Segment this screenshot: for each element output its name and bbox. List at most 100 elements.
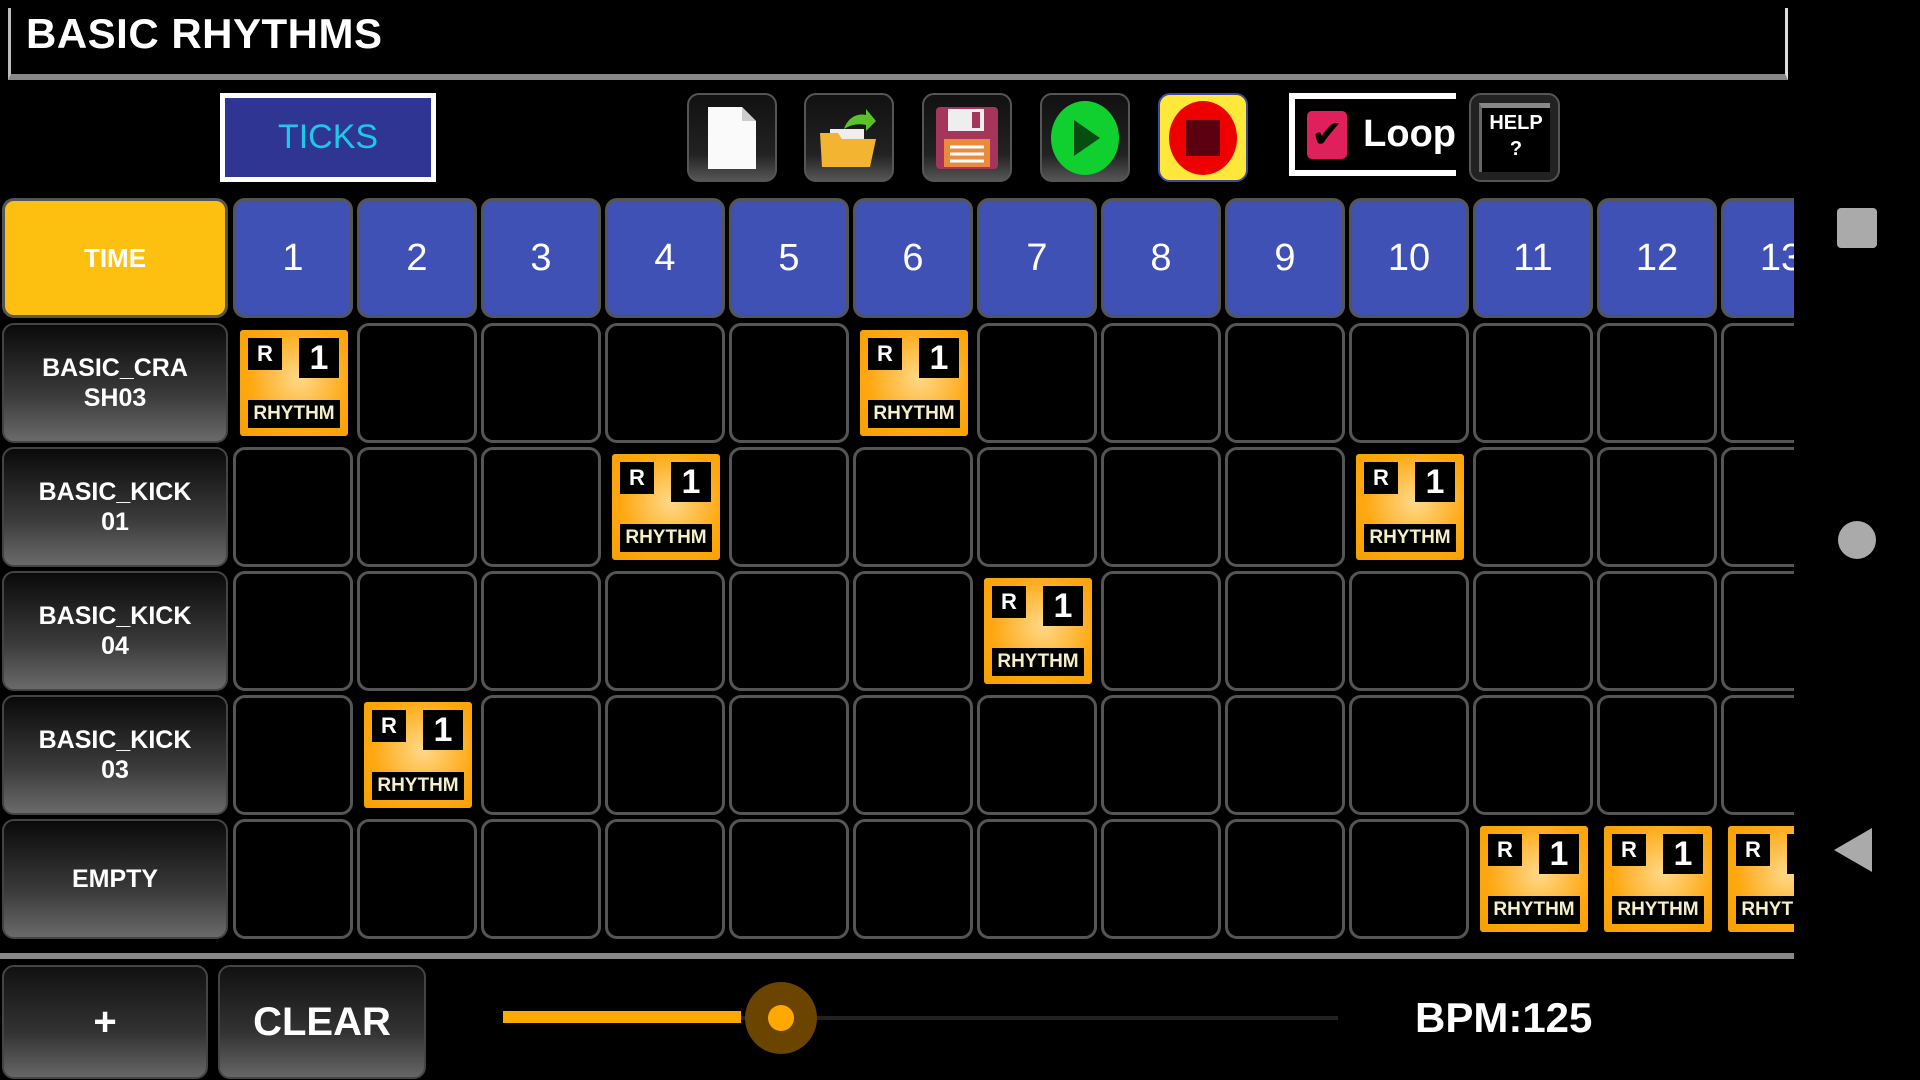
grid-cell[interactable] bbox=[853, 695, 973, 815]
grid-cell[interactable] bbox=[1225, 571, 1345, 691]
rhythm-block[interactable]: R1 RHYTHM bbox=[1604, 826, 1712, 932]
grid-cell[interactable] bbox=[853, 447, 973, 567]
grid-cell[interactable] bbox=[853, 819, 973, 939]
grid-cell[interactable] bbox=[1225, 819, 1345, 939]
grid-cell[interactable] bbox=[1597, 695, 1717, 815]
grid-cell[interactable] bbox=[977, 819, 1097, 939]
grid-cell[interactable] bbox=[605, 323, 725, 443]
grid-cell[interactable]: R1 RHYTHM bbox=[1473, 819, 1593, 939]
grid-cell[interactable]: R1 RHYTHM bbox=[1349, 447, 1469, 567]
track-label[interactable]: BASIC_KICK01 bbox=[2, 447, 228, 567]
column-header[interactable]: 7 bbox=[977, 198, 1097, 318]
track-label[interactable]: BASIC_KICK03 bbox=[2, 695, 228, 815]
grid-cell[interactable] bbox=[977, 695, 1097, 815]
add-track-button[interactable]: + bbox=[2, 965, 208, 1079]
grid-cell[interactable] bbox=[1473, 571, 1593, 691]
recent-apps-button[interactable] bbox=[1837, 208, 1877, 248]
rhythm-block[interactable]: R1 RHYTHM bbox=[1728, 826, 1794, 932]
grid-cell[interactable] bbox=[1597, 447, 1717, 567]
grid-cell[interactable] bbox=[481, 819, 601, 939]
new-button[interactable] bbox=[687, 93, 777, 182]
stop-button[interactable] bbox=[1158, 93, 1248, 182]
grid-cell[interactable] bbox=[233, 819, 353, 939]
grid-cell[interactable] bbox=[233, 447, 353, 567]
grid-cell[interactable] bbox=[1473, 695, 1593, 815]
clear-button[interactable]: CLEAR bbox=[218, 965, 426, 1079]
column-header[interactable]: 8 bbox=[1101, 198, 1221, 318]
play-button[interactable] bbox=[1040, 93, 1130, 182]
column-header[interactable]: 4 bbox=[605, 198, 725, 318]
help-button[interactable]: HELP? bbox=[1469, 93, 1560, 182]
grid-cell[interactable] bbox=[1349, 323, 1469, 443]
grid-cell[interactable] bbox=[1225, 323, 1345, 443]
grid-cell[interactable] bbox=[729, 695, 849, 815]
grid-cell[interactable] bbox=[1225, 695, 1345, 815]
grid-cell[interactable] bbox=[605, 819, 725, 939]
rhythm-block[interactable]: R1 RHYTHM bbox=[1356, 454, 1464, 560]
column-header[interactable]: 6 bbox=[853, 198, 973, 318]
grid-cell[interactable] bbox=[1101, 447, 1221, 567]
rhythm-block[interactable]: R1 RHYTHM bbox=[364, 702, 472, 808]
grid-cell[interactable] bbox=[1349, 819, 1469, 939]
column-header[interactable]: 10 bbox=[1349, 198, 1469, 318]
home-button[interactable] bbox=[1838, 521, 1876, 559]
grid-cell[interactable] bbox=[357, 819, 477, 939]
grid-cell[interactable]: R1 RHYTHM bbox=[977, 571, 1097, 691]
grid-cell[interactable] bbox=[1721, 695, 1794, 815]
track-label[interactable]: EMPTY bbox=[2, 819, 228, 939]
column-header[interactable]: 13 bbox=[1721, 198, 1794, 318]
grid-cell[interactable] bbox=[729, 571, 849, 691]
rhythm-block[interactable]: R1 RHYTHM bbox=[612, 454, 720, 560]
grid-cell[interactable]: R1 RHYTHM bbox=[233, 323, 353, 443]
save-button[interactable] bbox=[922, 93, 1012, 182]
grid-cell[interactable] bbox=[605, 571, 725, 691]
grid-cell[interactable] bbox=[1101, 695, 1221, 815]
tempo-slider-thumb[interactable] bbox=[745, 982, 818, 1054]
track-label[interactable]: BASIC_KICK04 bbox=[2, 571, 228, 691]
track-label[interactable]: BASIC_CRASH03 bbox=[2, 323, 228, 443]
rhythm-block[interactable]: R1 RHYTHM bbox=[984, 578, 1092, 684]
grid-cell[interactable] bbox=[1349, 571, 1469, 691]
rhythm-block[interactable]: R1 RHYTHM bbox=[240, 330, 348, 436]
checkbox-checked-icon[interactable]: ✔ bbox=[1307, 110, 1348, 159]
grid-cell[interactable] bbox=[1349, 695, 1469, 815]
column-header[interactable]: 11 bbox=[1473, 198, 1593, 318]
grid-cell[interactable] bbox=[1101, 323, 1221, 443]
grid-cell[interactable] bbox=[1597, 323, 1717, 443]
column-header[interactable]: 2 bbox=[357, 198, 477, 318]
column-header[interactable]: 9 bbox=[1225, 198, 1345, 318]
grid-cell[interactable] bbox=[1225, 447, 1345, 567]
ticks-button[interactable]: TICKS bbox=[220, 93, 436, 182]
back-button[interactable] bbox=[1834, 828, 1872, 872]
column-header[interactable]: 5 bbox=[729, 198, 849, 318]
grid-cell[interactable] bbox=[357, 571, 477, 691]
grid-cell[interactable] bbox=[357, 323, 477, 443]
grid-cell[interactable] bbox=[1721, 323, 1794, 443]
rhythm-block[interactable]: R1 RHYTHM bbox=[860, 330, 968, 436]
grid-cell[interactable]: R1 RHYTHM bbox=[605, 447, 725, 567]
grid-cell[interactable] bbox=[481, 695, 601, 815]
open-button[interactable] bbox=[804, 93, 894, 182]
grid-cell[interactable] bbox=[853, 571, 973, 691]
grid-cell[interactable] bbox=[1101, 571, 1221, 691]
grid-cell[interactable] bbox=[977, 447, 1097, 567]
grid-cell[interactable] bbox=[481, 447, 601, 567]
grid-cell[interactable] bbox=[729, 323, 849, 443]
column-header[interactable]: 12 bbox=[1597, 198, 1717, 318]
grid-cell[interactable] bbox=[481, 571, 601, 691]
grid-cell[interactable] bbox=[729, 819, 849, 939]
grid-cell[interactable] bbox=[977, 323, 1097, 443]
grid-cell[interactable] bbox=[1597, 571, 1717, 691]
grid-cell[interactable] bbox=[233, 571, 353, 691]
grid-cell[interactable]: R1 RHYTHM bbox=[853, 323, 973, 443]
loop-toggle[interactable]: ✔ Loop bbox=[1289, 93, 1456, 176]
rhythm-block[interactable]: R1 RHYTHM bbox=[1480, 826, 1588, 932]
grid-cell[interactable] bbox=[481, 323, 601, 443]
grid-cell[interactable]: R1 RHYTHM bbox=[357, 695, 477, 815]
grid-cell[interactable] bbox=[357, 447, 477, 567]
grid-cell[interactable]: R1 RHYTHM bbox=[1597, 819, 1717, 939]
grid-cell[interactable] bbox=[1473, 323, 1593, 443]
column-header[interactable]: 1 bbox=[233, 198, 353, 318]
grid-cell[interactable] bbox=[1721, 571, 1794, 691]
grid-cell[interactable] bbox=[1473, 447, 1593, 567]
